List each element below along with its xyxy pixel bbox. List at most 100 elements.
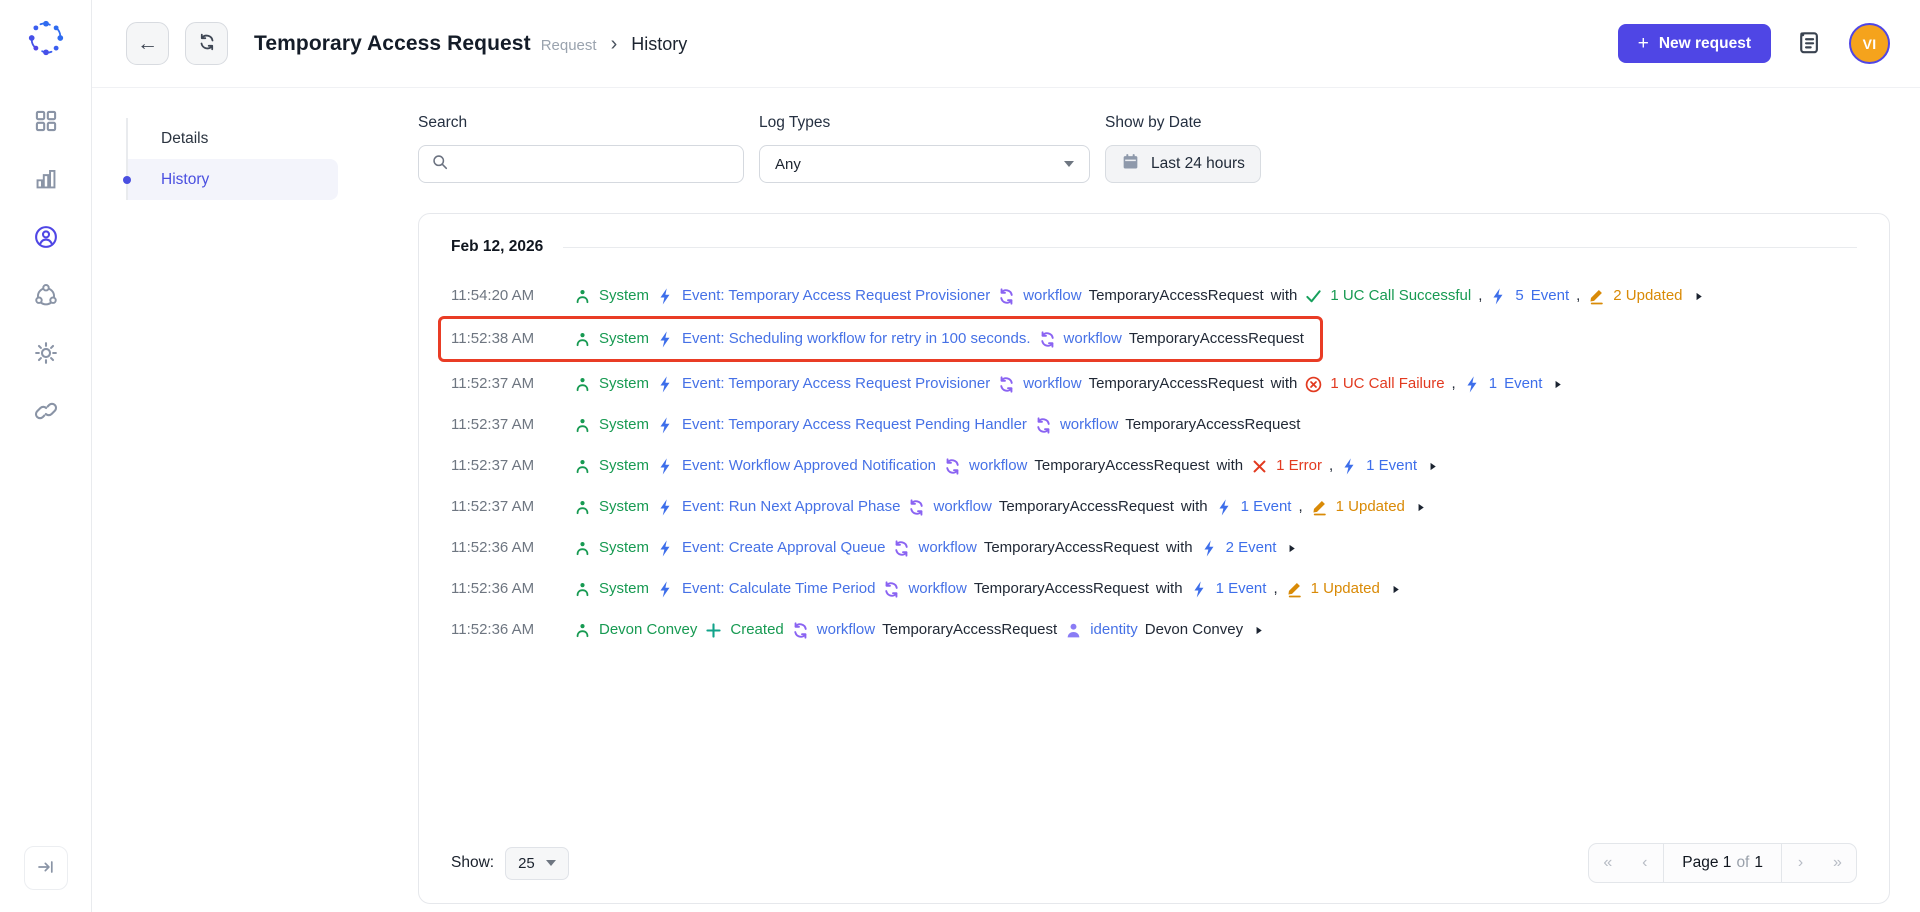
log-list: 11:54:20 AMSystemEvent: Temporary Access… [451,284,1857,659]
log-segment-link[interactable]: workflow [933,495,991,519]
sidebar-item-analytics[interactable] [31,164,61,194]
log-segment-link[interactable]: workflow [1064,327,1122,351]
log-types-select[interactable]: Any [759,145,1090,183]
log-timestamp: 11:52:38 AM [451,327,557,351]
bar-chart-icon [33,166,59,192]
content: Details History Search Log [92,88,1920,912]
log-entry-content: System Event: Temporary Access Request Pr… [573,372,1857,396]
log-segment-link[interactable]: Event: Temporary Access Request Pending … [682,413,1027,437]
log-segment-link[interactable]: identity [1090,618,1138,642]
double-chevron-right-icon: » [1833,854,1842,872]
sidebar-item-links[interactable] [31,396,61,426]
sidebar-item-settings[interactable] [31,338,61,368]
back-button[interactable]: ← [126,22,169,65]
identity-icon [1064,621,1083,640]
log-segment-link[interactable]: Event: Temporary Access Request Provisio… [682,284,990,308]
prev-page-button[interactable]: ‹ [1626,844,1663,882]
workflow-icon [1034,416,1053,435]
show-by-date-label: Show by Date [1105,114,1261,132]
workflow-icon [1038,330,1057,349]
topbar-actions: + New request VI [1618,23,1890,64]
log-segment-link[interactable]: workflow [918,536,976,560]
log-segment-updated[interactable]: 1 Updated [1336,495,1405,519]
caret-right-icon[interactable] [1424,460,1439,473]
chevron-right-icon: › [1798,854,1803,872]
first-page-button[interactable]: « [1589,844,1626,882]
pagination: « ‹ Page 1 of 1 › » [1588,843,1857,883]
caret-right-icon[interactable] [1283,542,1298,555]
log-entry: 11:52:36 AMDevon ConveyCreatedworkflowTe… [451,618,1857,642]
breadcrumb: Temporary Access Request Request › Histo… [254,32,687,56]
log-segment-link[interactable]: workflow [1023,372,1081,396]
log-segment-plain: with [1271,372,1298,396]
err-x-icon [1250,457,1269,476]
app-root: ← Temporary Access Request Request › His… [0,0,1920,912]
log-segment-link[interactable]: Event: Calculate Time Period [682,577,875,601]
show-label: Show: [451,854,494,872]
caret-right-icon[interactable] [1250,624,1265,637]
log-segment-plain: TemporaryAccessRequest [1129,327,1304,351]
refresh-button[interactable] [185,22,228,65]
bolt-icon [1340,457,1359,476]
caret-right-icon[interactable] [1412,501,1427,514]
subnav-item-history[interactable]: History [128,159,338,200]
log-entry-content: SystemEvent: Temporary Access Request Pr… [573,284,1857,308]
log-timestamp: 11:52:36 AM [451,618,557,642]
sidebar-item-identities[interactable] [31,222,61,252]
log-segment-link[interactable]: Event: Temporary Access Request Provisio… [682,372,990,396]
subnav-details-label: Details [161,130,208,148]
log-segment-link[interactable]: workflow [817,618,875,642]
log-segment-created[interactable]: Created [730,618,783,642]
breadcrumb-current: History [631,34,687,55]
log-segment-plain: TemporaryAccessRequest [999,495,1174,519]
last-page-button[interactable]: » [1819,844,1856,882]
chevron-down-icon [1064,161,1074,167]
caret-right-icon[interactable] [1690,290,1705,303]
log-segment-link[interactable]: workflow [908,577,966,601]
workflow-icon [892,539,911,558]
main-area: ← Temporary Access Request Request › His… [92,0,1920,912]
avatar[interactable]: VI [1849,23,1890,64]
log-segment-link[interactable]: workflow [969,454,1027,478]
user-icon [573,457,592,476]
log-segment-link[interactable]: workflow [1060,413,1118,437]
date-range-button[interactable]: Last 24 hours [1105,145,1261,183]
log-segment-count[interactable]: Event [1504,372,1542,396]
sidebar-item-dashboard[interactable] [31,106,61,136]
log-segment-count[interactable]: 5 [1515,284,1523,308]
search-input-wrapper[interactable] [418,145,744,183]
log-segment-fail[interactable]: 1 Error [1276,454,1322,478]
caret-right-icon[interactable] [1549,378,1564,391]
caret-right-icon[interactable] [1387,583,1402,596]
sidebar-item-connections[interactable] [31,280,61,310]
log-segment-link[interactable]: Event: Create Approval Queue [682,536,885,560]
sidebar-expand-button[interactable] [24,846,68,890]
log-segment-success[interactable]: 1 UC Call Successful [1330,284,1471,308]
log-segment-link[interactable]: workflow [1023,284,1081,308]
log-segment-plain: with [1166,536,1193,560]
log-segment-fail[interactable]: 1 UC Call Failure [1330,372,1444,396]
log-segment-actor: System [599,372,649,396]
log-segment-updated[interactable]: 2 Updated [1613,284,1682,308]
log-segment-count[interactable]: 1 Event [1241,495,1292,519]
record-subnav: Details History [126,114,338,912]
app-logo-icon [24,16,68,60]
log-segment-count[interactable]: 1 [1489,372,1497,396]
workflow-icon [997,287,1016,306]
log-segment-updated[interactable]: 1 Updated [1311,577,1380,601]
log-segment-count[interactable]: 1 Event [1216,577,1267,601]
log-segment-link[interactable]: Event: Scheduling workflow for retry in … [682,327,1031,351]
next-page-button[interactable]: › [1782,844,1819,882]
search-input[interactable] [458,156,731,173]
subnav-item-details[interactable]: Details [128,118,338,159]
tasks-button[interactable] [1795,29,1825,59]
page-current: Page 1 [1682,854,1731,872]
new-request-button[interactable]: + New request [1618,24,1771,63]
log-segment-link[interactable]: Event: Workflow Approved Notification [682,454,936,478]
log-segment-count[interactable]: 2 Event [1226,536,1277,560]
workflow-icon [907,498,926,517]
log-segment-count[interactable]: Event [1531,284,1569,308]
log-segment-link[interactable]: Event: Run Next Approval Phase [682,495,900,519]
log-segment-count[interactable]: 1 Event [1366,454,1417,478]
page-size-select[interactable]: 25 [505,847,569,880]
